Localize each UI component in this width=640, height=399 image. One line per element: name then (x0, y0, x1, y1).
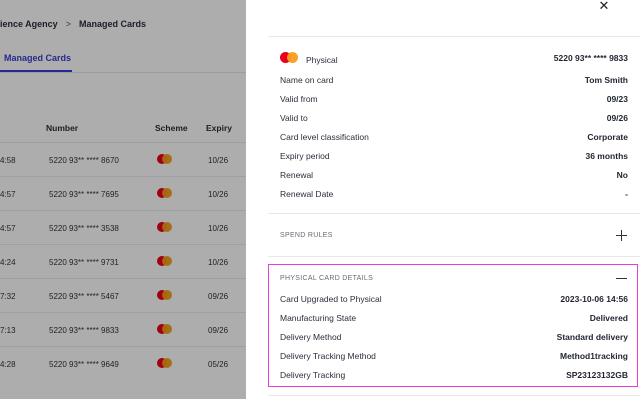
minus-icon[interactable] (616, 278, 627, 280)
detail-label: Renewal (280, 170, 314, 180)
detail-row-manufacturing-state: Manufacturing State Delivered (280, 313, 628, 327)
detail-row-delivery-method: Delivery Method Standard delivery (280, 332, 628, 346)
detail-label: Name on card (280, 75, 334, 85)
close-icon[interactable]: ✕ (597, 0, 611, 14)
physical-card-details-header[interactable]: PHYSICAL CARD DETAILS (280, 275, 373, 282)
detail-value: Corporate (587, 132, 628, 142)
detail-label: Manufacturing State (280, 313, 357, 323)
card-header: Physical 5220 93** **** 9833 (280, 51, 628, 67)
detail-value: Standard delivery (556, 332, 628, 342)
detail-label: Valid from (280, 94, 318, 104)
modal-backdrop[interactable] (0, 0, 246, 399)
detail-value: Tom Smith (584, 75, 628, 85)
detail-value: No (616, 170, 628, 180)
detail-label: Card Upgraded to Physical (280, 294, 382, 304)
divider (268, 256, 640, 257)
detail-label: Expiry period (280, 151, 330, 161)
detail-label: Delivery Tracking Method (280, 351, 376, 361)
detail-row-name-on-card: Name on card Tom Smith (280, 75, 628, 89)
detail-row-expiry-period: Expiry period 36 months (280, 151, 628, 165)
detail-value: 36 months (585, 151, 628, 161)
detail-label: Delivery Tracking (280, 370, 346, 380)
card-details-drawer: ✕ Physical 5220 93** **** 9833 Name on c… (246, 0, 640, 399)
detail-value: Delivered (589, 313, 628, 323)
divider (268, 36, 640, 37)
detail-row-valid-from: Valid from 09/23 (280, 94, 628, 108)
detail-value: 09/23 (606, 94, 628, 104)
plus-icon[interactable] (616, 230, 627, 241)
detail-value: SP23123132GB (566, 370, 628, 380)
detail-row-renewal-date: Renewal Date - (280, 189, 628, 203)
card-number: 5220 93** **** 9833 (553, 53, 628, 63)
card-type: Physical (306, 55, 338, 65)
divider (268, 395, 640, 396)
spend-rules-header[interactable]: SPEND RULES (280, 232, 333, 239)
detail-row-card-upgraded: Card Upgraded to Physical 2023-10-06 14:… (280, 294, 628, 308)
detail-row-card-level: Card level classification Corporate (280, 132, 628, 146)
divider (268, 213, 640, 214)
detail-row-renewal: Renewal No (280, 170, 628, 184)
detail-value: 2023-10-06 14:56 (560, 294, 628, 304)
detail-label: Valid to (280, 113, 308, 123)
detail-value: 09/26 (606, 113, 628, 123)
detail-row-delivery-tracking-method: Delivery Tracking Method Method1tracking (280, 351, 628, 365)
detail-label: Renewal Date (280, 189, 334, 199)
detail-value: Method1tracking (559, 351, 628, 361)
detail-label: Delivery Method (280, 332, 342, 342)
detail-value: - (625, 189, 628, 199)
detail-row-delivery-tracking: Delivery Tracking SP23123132GB (280, 370, 628, 384)
detail-row-valid-to: Valid to 09/26 (280, 113, 628, 127)
detail-label: Card level classification (280, 132, 369, 142)
mastercard-icon (280, 52, 298, 66)
